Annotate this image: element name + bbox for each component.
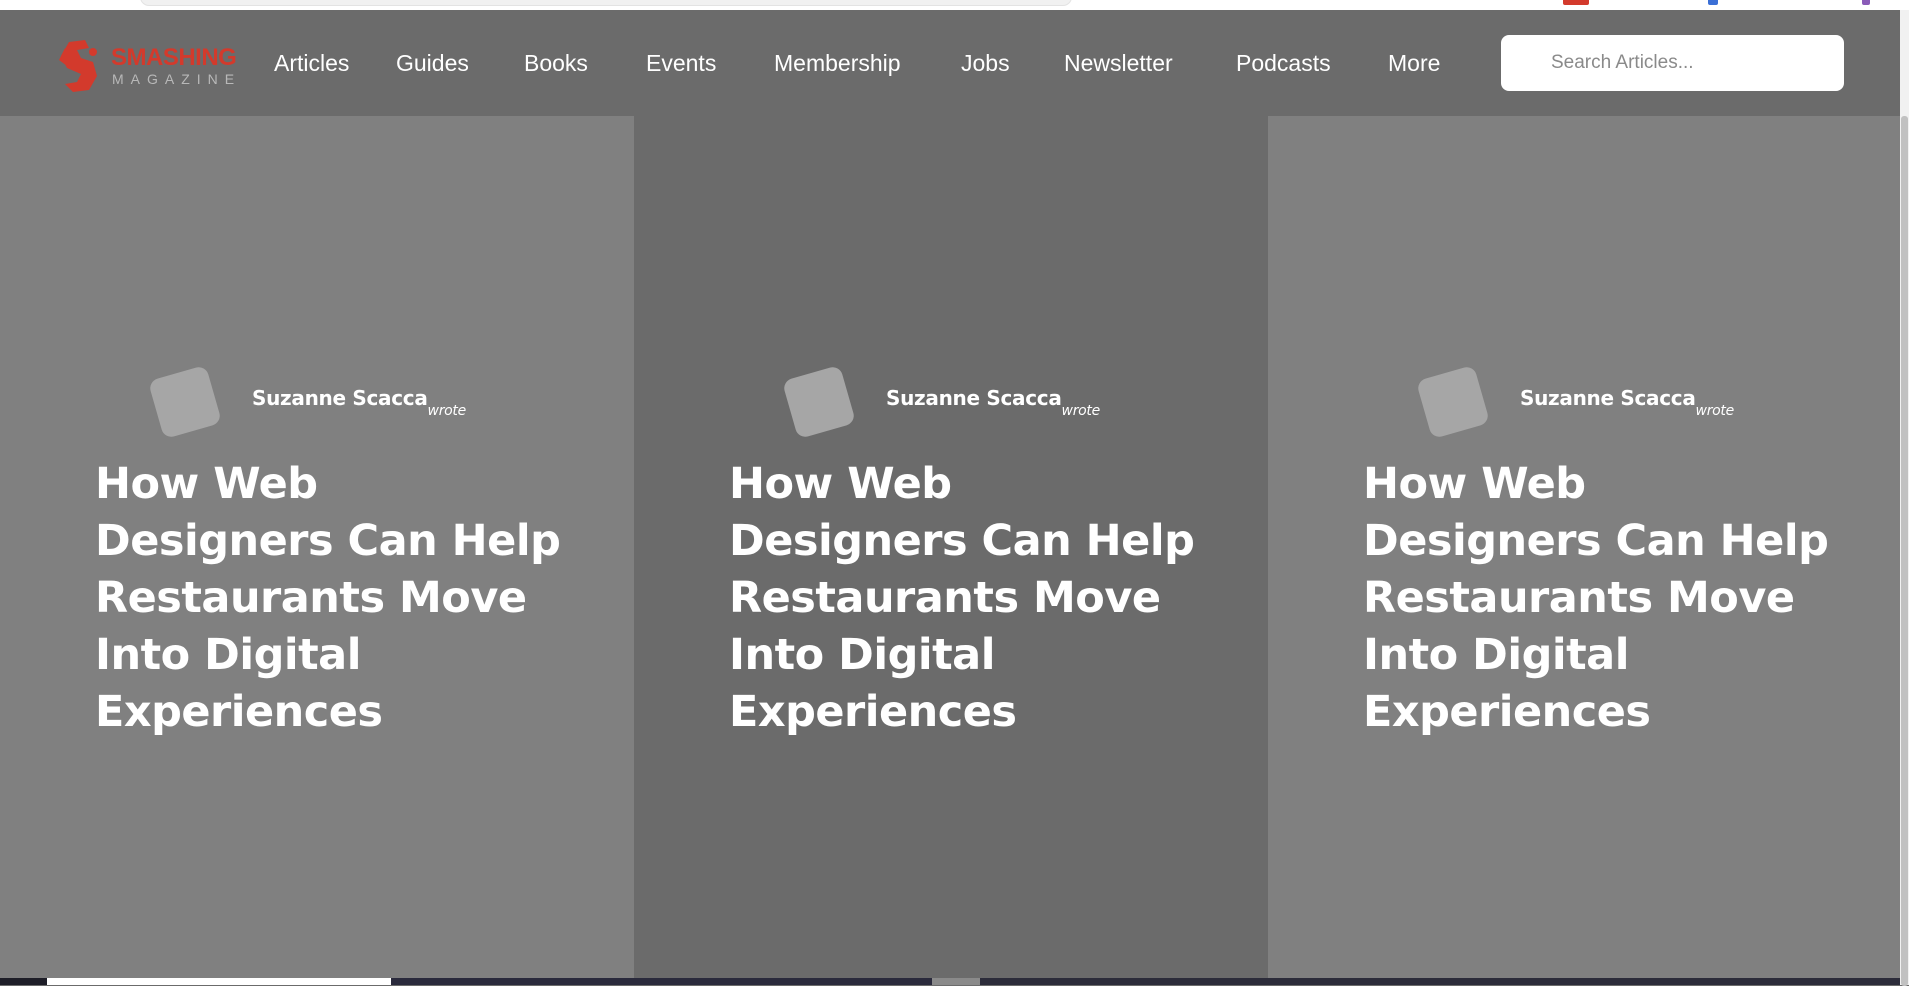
nav-item-newsletter[interactable]: Newsletter [1064,50,1236,77]
article-card[interactable]: Suzanne Scaccawrote How Web Designers Ca… [1268,116,1900,978]
extension-icon-purple[interactable] [1862,0,1870,5]
bottom-strip-segment [0,978,47,985]
article-title[interactable]: How Web Designers Can Help Restaurants M… [1363,456,1833,741]
author-line: Suzanne Scaccawrote [1520,386,1734,419]
featured-articles: Suzanne Scaccawrote How Web Designers Ca… [0,116,1900,978]
author-verb: wrote [1695,403,1735,419]
logo-wordmark: SMASHING [111,44,237,71]
author-verb: wrote [1061,403,1101,419]
author-line: Suzanne Scaccawrote [886,386,1100,419]
article-card[interactable]: Suzanne Scaccawrote How Web Designers Ca… [634,116,1268,978]
nav-item-membership[interactable]: Membership [774,50,961,77]
nav-item-podcasts[interactable]: Podcasts [1236,50,1388,77]
scrollbar-thumb[interactable] [1901,116,1908,986]
author-name[interactable]: Suzanne Scacca [886,386,1062,410]
nav-item-jobs[interactable]: Jobs [961,50,1064,77]
nav-item-events[interactable]: Events [646,50,774,77]
author-name[interactable]: Suzanne Scacca [1520,386,1696,410]
bottom-strip-segment [932,978,980,985]
bottom-strip-segment [391,978,932,985]
smashing-logo[interactable]: SMASHING MAGAZINE [55,38,245,98]
browser-top-strip [0,0,1909,10]
bottom-strip [0,978,1900,985]
nav-item-articles[interactable]: Articles [274,50,396,77]
author-name[interactable]: Suzanne Scacca [252,386,428,410]
site-header: SMASHING MAGAZINE Articles Guides Books … [0,10,1900,116]
nav-item-books[interactable]: Books [524,50,646,77]
nav-item-more[interactable]: More [1388,50,1440,77]
logo-subtitle: MAGAZINE [112,71,242,87]
page-scrollbar[interactable] [1900,10,1909,986]
smashing-cat-icon [59,40,97,92]
author-avatar[interactable] [1415,364,1491,440]
article-title[interactable]: How Web Designers Can Help Restaurants M… [95,456,565,741]
nav-item-guides[interactable]: Guides [396,50,524,77]
article-title[interactable]: How Web Designers Can Help Restaurants M… [729,456,1199,741]
article-card[interactable]: Suzanne Scaccawrote How Web Designers Ca… [0,116,634,978]
bottom-strip-segment [47,978,391,985]
search-input[interactable] [1501,35,1844,91]
bottom-strip-segment [980,978,1900,985]
main-nav: Articles Guides Books Events Membership … [274,10,1440,116]
extension-icon-red[interactable] [1563,0,1589,5]
author-line: Suzanne Scaccawrote [252,386,466,419]
author-avatar[interactable] [781,364,857,440]
author-avatar[interactable] [147,364,223,440]
author-verb: wrote [427,403,467,419]
browser-tab-strip [140,0,1072,6]
extension-icon-blue[interactable] [1708,0,1718,5]
